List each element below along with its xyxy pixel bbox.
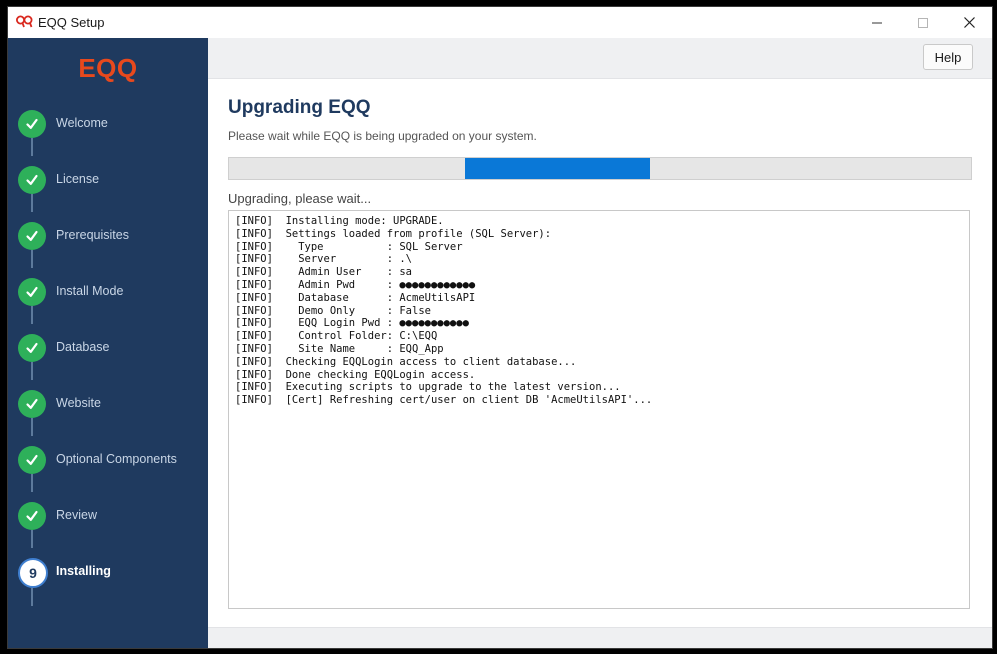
help-button[interactable]: Help bbox=[923, 44, 973, 70]
main-content: Upgrading EQQ Please wait while EQQ is b… bbox=[208, 79, 992, 627]
page-subtitle: Please wait while EQQ is being upgraded … bbox=[228, 129, 537, 143]
step-label: License bbox=[56, 172, 100, 186]
step-label: Website bbox=[56, 396, 101, 410]
step-prerequisites: Prerequisites bbox=[8, 222, 208, 268]
step-connector bbox=[31, 588, 33, 606]
check-icon bbox=[18, 222, 46, 250]
log-line: [INFO] Checking EQQLogin access to clien… bbox=[235, 355, 577, 368]
step-label: Prerequisites bbox=[56, 228, 129, 242]
step-label: Welcome bbox=[56, 116, 108, 130]
close-icon bbox=[963, 17, 975, 28]
step-database: Database bbox=[8, 334, 208, 380]
step-connector bbox=[31, 362, 33, 380]
check-icon bbox=[18, 110, 46, 138]
wizard-sidebar: EQQ Welcome License Prerequisites Instal… bbox=[8, 38, 208, 648]
minimize-button[interactable] bbox=[854, 7, 900, 38]
maximize-icon bbox=[918, 17, 928, 28]
install-log[interactable]: [INFO] Installing mode: UPGRADE. [INFO] S… bbox=[228, 210, 970, 609]
log-line: [INFO] Admin User : sa bbox=[235, 266, 413, 279]
log-line: [INFO] Done checking EQQLogin access. bbox=[235, 368, 476, 381]
log-line: [INFO] Server : .\ bbox=[235, 253, 413, 266]
check-icon bbox=[18, 446, 46, 474]
step-installing: 9 Installing bbox=[8, 558, 208, 606]
log-line: [INFO] Type : SQL Server bbox=[235, 240, 463, 253]
log-line: [INFO] Site Name : EQQ_App bbox=[235, 342, 444, 355]
step-label: Install Mode bbox=[56, 284, 124, 298]
step-label: Optional Components bbox=[56, 452, 177, 466]
page-title: Upgrading EQQ bbox=[228, 97, 371, 118]
bottom-bar bbox=[208, 627, 992, 648]
step-label: Installing bbox=[56, 564, 111, 578]
step-review: Review bbox=[8, 502, 208, 548]
maximize-button[interactable] bbox=[900, 7, 946, 38]
eqq-app-icon bbox=[16, 14, 33, 28]
step-label: Database bbox=[56, 340, 110, 354]
progress-bar bbox=[228, 157, 972, 180]
step-connector bbox=[31, 194, 33, 212]
step-install-mode: Install Mode bbox=[8, 278, 208, 324]
check-icon bbox=[18, 334, 46, 362]
title-bar[interactable]: EQQ Setup bbox=[8, 7, 992, 38]
log-line: [INFO] Executing scripts to upgrade to t… bbox=[235, 381, 621, 394]
log-line: [INFO] EQQ Login Pwd : ●●●●●●●●●●● bbox=[235, 317, 469, 330]
close-button[interactable] bbox=[946, 7, 992, 38]
step-license: License bbox=[8, 166, 208, 212]
step-connector bbox=[31, 418, 33, 436]
log-line: [INFO] Installing mode: UPGRADE. bbox=[235, 215, 444, 227]
check-icon bbox=[18, 502, 46, 530]
step-connector bbox=[31, 138, 33, 156]
progress-bar-fill bbox=[464, 158, 651, 179]
eqq-logo: EQQ bbox=[78, 53, 138, 83]
step-connector bbox=[31, 250, 33, 268]
minimize-icon bbox=[872, 22, 882, 23]
step-label: Review bbox=[56, 508, 97, 522]
log-line: [INFO] Settings loaded from profile (SQL… bbox=[235, 227, 552, 240]
check-icon bbox=[18, 390, 46, 418]
status-text: Upgrading, please wait... bbox=[228, 191, 372, 206]
step-number-badge: 9 bbox=[18, 558, 48, 588]
step-welcome: Welcome bbox=[8, 110, 208, 156]
step-website: Website bbox=[8, 390, 208, 436]
log-line: [INFO] [Cert] Refreshing cert/user on cl… bbox=[235, 394, 653, 407]
log-line: [INFO] Control Folder: C:\EQQ bbox=[235, 330, 438, 343]
step-connector bbox=[31, 474, 33, 492]
step-optional-components: Optional Components bbox=[8, 446, 208, 492]
log-line: [INFO] Database : AcmeUtilsAPI bbox=[235, 291, 476, 304]
setup-window: EQQ Setup EQQ Welcome License Prerequisi… bbox=[7, 6, 993, 649]
check-icon bbox=[18, 166, 46, 194]
step-connector bbox=[31, 530, 33, 548]
step-connector bbox=[31, 306, 33, 324]
check-icon bbox=[18, 278, 46, 306]
log-line: [INFO] Demo Only : False bbox=[235, 304, 431, 317]
top-bar: Help bbox=[208, 38, 992, 79]
log-line: [INFO] Admin Pwd : ●●●●●●●●●●●● bbox=[235, 278, 476, 291]
window-title: EQQ Setup bbox=[38, 15, 105, 30]
